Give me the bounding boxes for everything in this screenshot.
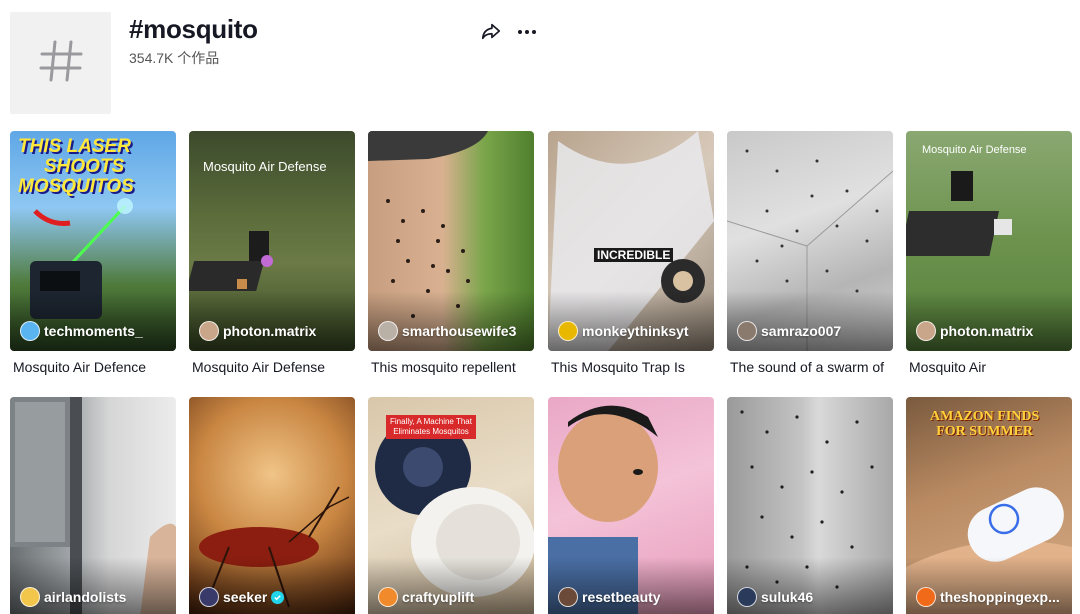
video-thumbnail[interactable]: INCREDIBLE monkeythinksyt [548,131,714,351]
avatar [558,587,578,607]
author-name: techmoments_ [44,323,143,339]
video-caption[interactable]: Mosquito Air Defence [10,357,176,377]
video-card[interactable]: samrazo007 The sound of a swarm of [727,131,893,377]
overlay-text-line: Mosquito Air Defense [922,144,1027,156]
video-count: 354.7K 个作品 [129,50,220,66]
avatar [737,321,757,341]
video-thumbnail[interactable]: AMAZON FINDS FOR SUMMER theshoppingexp..… [906,397,1072,614]
video-card[interactable]: suluk46 [727,397,893,614]
video-caption[interactable]: The sound of a swarm of [727,357,893,377]
author-link[interactable]: seeker [199,587,285,607]
page-title: #mosquito [129,14,258,44]
avatar [737,587,757,607]
author-name: photon.matrix [223,323,317,339]
video-caption[interactable]: Mosquito Air [906,357,1072,377]
author-name: monkeythinksyt [582,323,689,339]
avatar [916,587,936,607]
video-card[interactable]: THIS LASER SHOOTS MOSQUITOS techmoments_… [10,131,176,377]
author-link[interactable]: smarthousewife3 [378,321,516,341]
overlay-text-line: Mosquito Air Defense [203,159,327,174]
video-card[interactable]: AMAZON FINDS FOR SUMMER theshoppingexp..… [906,397,1072,614]
author-name: suluk46 [761,589,814,605]
author-name: airlandolists [44,589,127,605]
hashtag-icon [38,38,84,89]
video-caption[interactable]: This Mosquito Trap Is [548,357,714,377]
author-name: photon.matrix [940,323,1034,339]
more-horizontal-icon [515,30,539,48]
author-link[interactable]: theshoppingexp... [916,587,1060,607]
video-thumbnail[interactable]: airlandolists [10,397,176,614]
avatar [199,587,219,607]
avatar [20,587,40,607]
author-link[interactable]: suluk46 [737,587,813,607]
video-thumbnail[interactable]: suluk46 [727,397,893,614]
video-thumbnail[interactable]: THIS LASER SHOOTS MOSQUITOS techmoments_ [10,131,176,351]
video-card[interactable]: smarthousewife3 This mosquito repellent [368,131,534,377]
video-card[interactable]: Finally, A Machine That Eliminates Mosqu… [368,397,534,614]
video-thumbnail[interactable]: Mosquito Air Defense photon.matrix [906,131,1072,351]
avatar [916,321,936,341]
avatar [20,321,40,341]
video-thumbnail[interactable]: resetbeauty [548,397,714,614]
video-caption[interactable]: Mosquito Air Defense [189,357,355,377]
overlay-text-line: THIS LASER [18,136,131,157]
overlay-text-line: INCREDIBLE [597,248,671,262]
avatar [558,321,578,341]
author-link[interactable]: techmoments_ [20,321,143,341]
verified-badge-icon [271,590,285,604]
author-name: resetbeauty [582,589,661,605]
author-name: seeker [223,589,268,605]
author-link[interactable]: resetbeauty [558,587,661,607]
author-name: samrazo007 [761,323,842,339]
hashtag-header: #mosquito 354.7K 个作品 [10,12,1070,116]
more-options-button[interactable] [515,20,539,44]
video-card[interactable]: airlandolists [10,397,176,614]
overlay-text-line: MOSQUITOS [18,176,134,197]
avatar [378,321,398,341]
video-thumbnail[interactable]: Finally, A Machine That Eliminates Mosqu… [368,397,534,614]
author-name: theshoppingexp... [940,589,1060,605]
video-thumbnail[interactable]: smarthousewife3 [368,131,534,351]
share-icon [480,23,502,46]
overlay-text-line: SHOOTS [44,156,125,177]
overlay-text-line: AMAZON FINDS [930,409,1040,424]
overlay-text-line: Eliminates Mosquitos [393,427,469,436]
video-thumbnail[interactable]: seeker [189,397,355,614]
author-link[interactable]: samrazo007 [737,321,841,341]
author-name: smarthousewife3 [402,323,517,339]
video-thumbnail[interactable]: samrazo007 [727,131,893,351]
video-card[interactable]: resetbeauty [548,397,714,614]
overlay-text-line: Finally, A Machine That [390,417,472,426]
avatar [378,587,398,607]
author-link[interactable]: photon.matrix [916,321,1033,341]
avatar [199,321,219,341]
hashtag-avatar [10,12,111,114]
video-caption[interactable]: This mosquito repellent [368,357,534,377]
video-thumbnail[interactable]: Mosquito Air Defense photon.matrix [189,131,355,351]
author-name: craftyuplift [402,589,475,605]
author-link[interactable]: monkeythinksyt [558,321,689,341]
video-card[interactable]: INCREDIBLE monkeythinksyt This Mosquito … [548,131,714,377]
author-link[interactable]: craftyuplift [378,587,474,607]
author-link[interactable]: airlandolists [20,587,126,607]
video-card[interactable]: seeker [189,397,355,614]
overlay-text-line: FOR SUMMER [936,424,1034,439]
video-card[interactable]: Mosquito Air Defense photon.matrix Mosqu… [906,131,1072,377]
author-link[interactable]: photon.matrix [199,321,316,341]
share-button[interactable] [480,20,504,44]
video-card[interactable]: Mosquito Air Defense photon.matrix Mosqu… [189,131,355,377]
